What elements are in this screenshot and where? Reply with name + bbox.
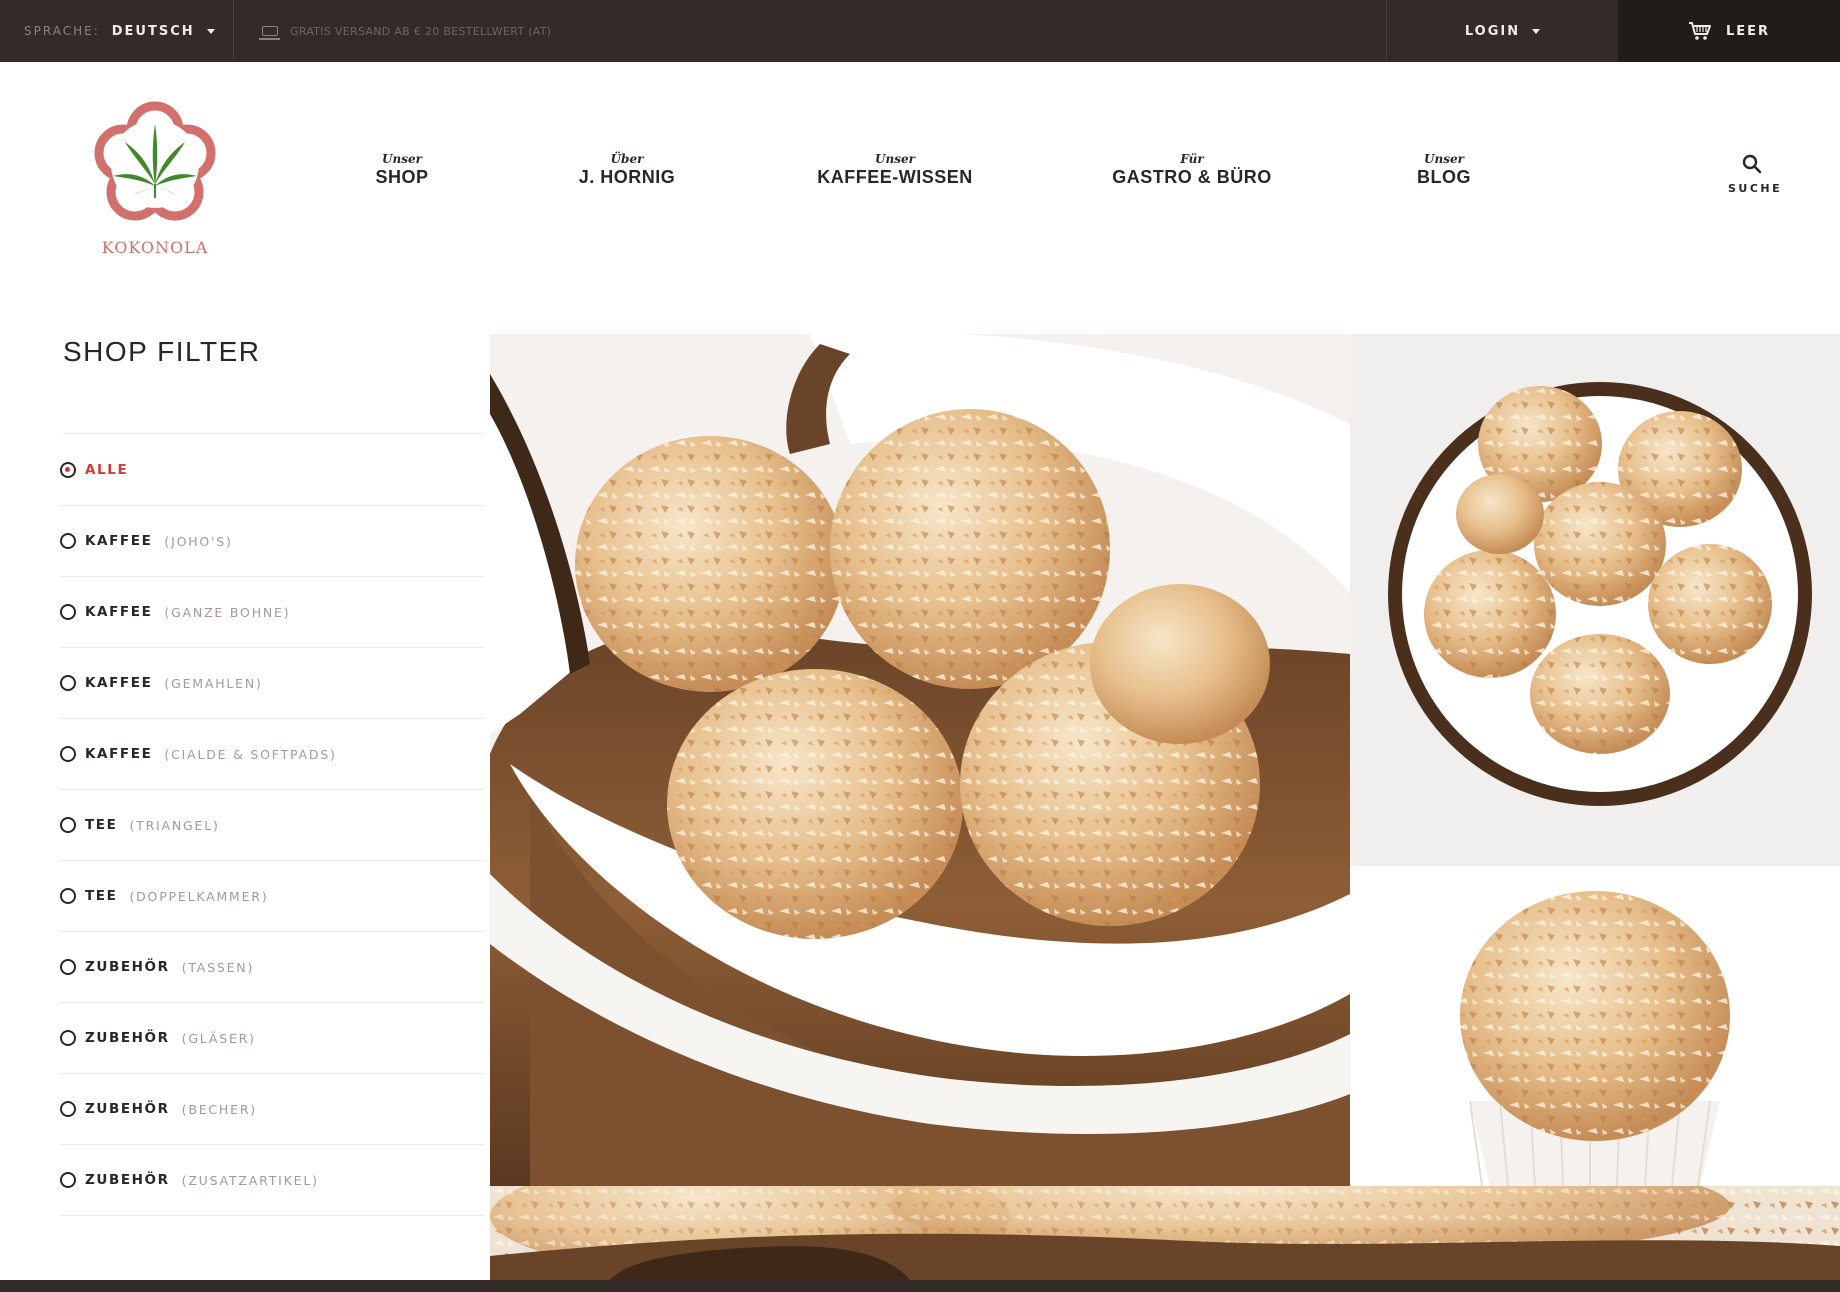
radio-icon[interactable] <box>60 1030 76 1046</box>
product-image-large[interactable] <box>490 334 1350 1186</box>
filter-list: ALLE KAFFEE (JOHO'S) KAFFEE (GANZE BOHNE… <box>60 435 484 1216</box>
language-value[interactable]: DEUTSCH <box>112 24 195 39</box>
radio-selected-icon[interactable] <box>60 462 76 478</box>
cart-icon <box>1688 22 1711 40</box>
product-image-top-right[interactable] <box>1350 334 1840 866</box>
radio-icon[interactable] <box>60 746 76 762</box>
radio-icon[interactable] <box>60 675 76 691</box>
radio-icon[interactable] <box>60 817 76 833</box>
radio-icon[interactable] <box>60 604 76 620</box>
search-label: SUCHE <box>1728 182 1783 195</box>
filter-item-kaffee-gemahlen[interactable]: KAFFEE (GEMAHLEN) <box>60 648 484 719</box>
nav-item-label: BLOG <box>1417 167 1471 187</box>
radio-icon[interactable] <box>60 1172 76 1188</box>
filter-item-tee-triangel[interactable]: TEE (TRIANGEL) <box>60 790 484 861</box>
language-label: SPRACHE: <box>24 24 100 38</box>
filter-category: ZUBEHÖR <box>85 1172 170 1188</box>
filter-subcategory: (GLÄSER) <box>181 1030 256 1046</box>
filter-category: KAFFEE <box>85 533 153 549</box>
filter-category: ALLE <box>85 462 129 478</box>
radio-icon[interactable] <box>60 959 76 975</box>
nav-item-pre: Unser <box>875 152 915 166</box>
filter-subcategory: (JOHO'S) <box>164 533 233 549</box>
filter-category: ZUBEHÖR <box>85 1030 170 1046</box>
filter-category: KAFFEE <box>85 675 153 691</box>
coconut-close-up-image <box>490 1186 1840 1280</box>
filter-item-alle[interactable]: ALLE <box>60 435 484 506</box>
filter-item-zubehoer-zusatzartikel[interactable]: ZUBEHÖR (ZUSATZARTIKEL) <box>60 1145 484 1216</box>
nav-item-shop[interactable]: Unser SHOP <box>375 152 428 188</box>
filter-category: TEE <box>85 817 118 833</box>
search-icon <box>1742 154 1762 174</box>
radio-icon[interactable] <box>60 533 76 549</box>
laptop-icon <box>259 26 280 40</box>
nav-item-pre: Unser <box>1424 152 1464 166</box>
nav-item-hornig[interactable]: Über J. HORNIG <box>579 152 676 188</box>
filter-subcategory: (GANZE BOHNE) <box>164 604 291 620</box>
coconut-truffles-image <box>490 334 1350 1186</box>
filter-subcategory: (DOPPELKAMMER) <box>129 888 269 904</box>
filter-subcategory: (GEMAHLEN) <box>164 675 263 691</box>
search-button[interactable]: SUCHE <box>1728 154 1783 195</box>
chevron-down-icon <box>1532 28 1541 34</box>
single-truffle-image <box>1350 866 1840 1186</box>
filter-category: TEE <box>85 888 118 904</box>
login-button[interactable]: LOGIN <box>1386 0 1618 62</box>
filter-subcategory: (TASSEN) <box>181 959 255 975</box>
shipping-note-text: GRATIS VERSAND AB € 20 BESTELLWERT (AT) <box>290 24 552 38</box>
filter-item-kaffee-ganze-bohne[interactable]: KAFFEE (GANZE BOHNE) <box>60 577 484 648</box>
nav-item-pre: Für <box>1180 152 1204 166</box>
filter-category: ZUBEHÖR <box>85 1101 170 1117</box>
filter-item-zubehoer-becher[interactable]: ZUBEHÖR (BECHER) <box>60 1074 484 1145</box>
nav-item-gastro-buero[interactable]: Für GASTRO & BÜRO <box>1112 152 1272 188</box>
brand-name: KOKONOLA <box>101 238 209 257</box>
nav-item-blog[interactable]: Unser BLOG <box>1417 152 1471 188</box>
filter-item-kaffee-johos[interactable]: KAFFEE (JOHO'S) <box>60 506 484 577</box>
filter-subcategory: (CIALDE & SOFTPADS) <box>164 746 337 762</box>
filter-category: KAFFEE <box>85 746 153 762</box>
coconut-bowl-image <box>1350 334 1840 866</box>
filter-subcategory: (ZUSATZARTIKEL) <box>181 1172 319 1188</box>
nav-item-kaffee-wissen[interactable]: Unser KAFFEE-WISSEN <box>817 152 973 188</box>
filter-item-tee-doppelkammer[interactable]: TEE (DOPPELKAMMER) <box>60 861 484 932</box>
radio-icon[interactable] <box>60 1101 76 1117</box>
divider <box>63 433 483 434</box>
cart-label: LEER <box>1725 23 1771 39</box>
cart-button[interactable]: LEER <box>1618 0 1840 62</box>
nav-item-label: KAFFEE-WISSEN <box>817 167 973 187</box>
filter-subcategory: (BECHER) <box>181 1101 257 1117</box>
cannabis-leaf-flower-logo <box>94 101 216 221</box>
product-image-bottom-right[interactable] <box>1350 866 1840 1186</box>
shipping-note: GRATIS VERSAND AB € 20 BESTELLWERT (AT) <box>259 0 552 62</box>
top-bar: SPRACHE: DEUTSCH GRATIS VERSAND AB € 20 … <box>0 0 1840 62</box>
filter-item-zubehoer-tassen[interactable]: ZUBEHÖR (TASSEN) <box>60 932 484 1003</box>
nav-item-pre: Unser <box>382 152 422 166</box>
brand-logo[interactable]: KOKONOLA <box>88 100 222 260</box>
login-label: LOGIN <box>1464 23 1521 39</box>
nav-item-label: J. HORNIG <box>578 167 676 187</box>
footer-strip <box>0 1280 1840 1292</box>
product-image-bottom-strip[interactable] <box>490 1186 1840 1280</box>
filter-category: ZUBEHÖR <box>85 959 170 975</box>
nav-item-label: GASTRO & BÜRO <box>1112 167 1272 187</box>
chevron-down-icon <box>206 28 215 34</box>
nav-item-pre: Über <box>610 152 644 166</box>
filter-item-zubehoer-glaeser[interactable]: ZUBEHÖR (GLÄSER) <box>60 1003 484 1074</box>
language-selector[interactable]: SPRACHE: DEUTSCH <box>0 0 234 62</box>
filter-subcategory: (TRIANGEL) <box>129 817 220 833</box>
filter-category: KAFFEE <box>85 604 153 620</box>
filter-title: SHOP FILTER <box>63 336 261 367</box>
radio-icon[interactable] <box>60 888 76 904</box>
nav-item-label: SHOP <box>375 167 429 187</box>
filter-item-kaffee-cialde[interactable]: KAFFEE (CIALDE & SOFTPADS) <box>60 719 484 790</box>
